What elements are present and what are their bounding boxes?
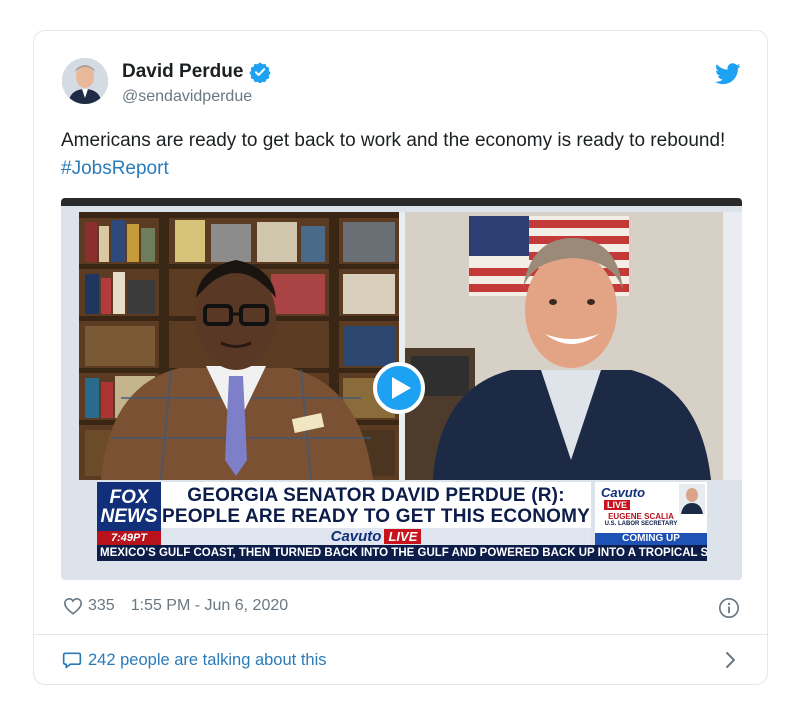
up-next-brand: Cavuto	[601, 485, 646, 500]
verified-badge-icon	[249, 62, 272, 83]
channel-logo-line1: FOX	[109, 487, 149, 508]
video-player[interactable]: FOX NEWS 7:49PT GEORGIA SENATOR DAVID PE…	[61, 198, 742, 580]
like-count[interactable]: 335	[88, 597, 115, 615]
up-next-panel: Cavuto LIVE EUGENE SCALIA U.S. LABOR SEC…	[595, 482, 707, 545]
hashtag-link[interactable]: #JobsReport	[61, 158, 169, 179]
up-next-guest-title: U.S. LABOR SECRETARY	[604, 521, 678, 527]
chyron-headline: GEORGIA SENATOR DAVID PERDUE (R): PEOPLE…	[161, 482, 591, 548]
show-live-badge: LIVE	[384, 529, 422, 544]
channel-logo-line2: NEWS	[100, 506, 158, 527]
heart-icon[interactable]	[63, 597, 83, 615]
divider	[34, 634, 767, 635]
avatar[interactable]	[62, 58, 108, 104]
up-next-live-badge: LIVE	[604, 500, 631, 510]
tweet-embed-card: David Perdue @sendavidperdue Americans a…	[33, 30, 768, 685]
talking-count-text: 242 people are talking about this	[88, 650, 327, 669]
show-name: Cavuto	[330, 528, 382, 545]
conversation-link[interactable]: 242 people are talking about this	[62, 650, 327, 670]
tweet-timestamp[interactable]: 1:55 PM - Jun 6, 2020	[131, 597, 288, 615]
coming-up-label: COMING UP	[595, 533, 707, 545]
play-icon	[392, 377, 411, 399]
play-button[interactable]	[373, 362, 425, 414]
tweet-text: Americans are ready to get back to work …	[61, 127, 741, 183]
guest-thumbnail	[679, 484, 705, 514]
news-ticker: MEXICO'S GULF COAST, THEN TURNED BACK IN…	[97, 545, 707, 561]
author-name[interactable]: David Perdue	[122, 61, 243, 83]
channel-logo: FOX NEWS 7:49PT	[97, 482, 161, 545]
tweet-body: Americans are ready to get back to work …	[61, 130, 726, 151]
chevron-right-icon[interactable]	[724, 651, 738, 669]
chyron-show: Cavuto LIVE	[161, 528, 591, 545]
info-icon[interactable]	[718, 597, 740, 619]
up-next-guest: EUGENE SCALIA	[608, 512, 674, 521]
broadcast-time: 7:49PT	[97, 531, 161, 545]
twitter-bird-icon[interactable]	[715, 63, 741, 85]
author-handle[interactable]: @sendavidperdue	[122, 88, 252, 106]
speech-bubble-icon	[62, 652, 82, 669]
tweet-stats: 335 1:55 PM - Jun 6, 2020	[63, 597, 288, 615]
